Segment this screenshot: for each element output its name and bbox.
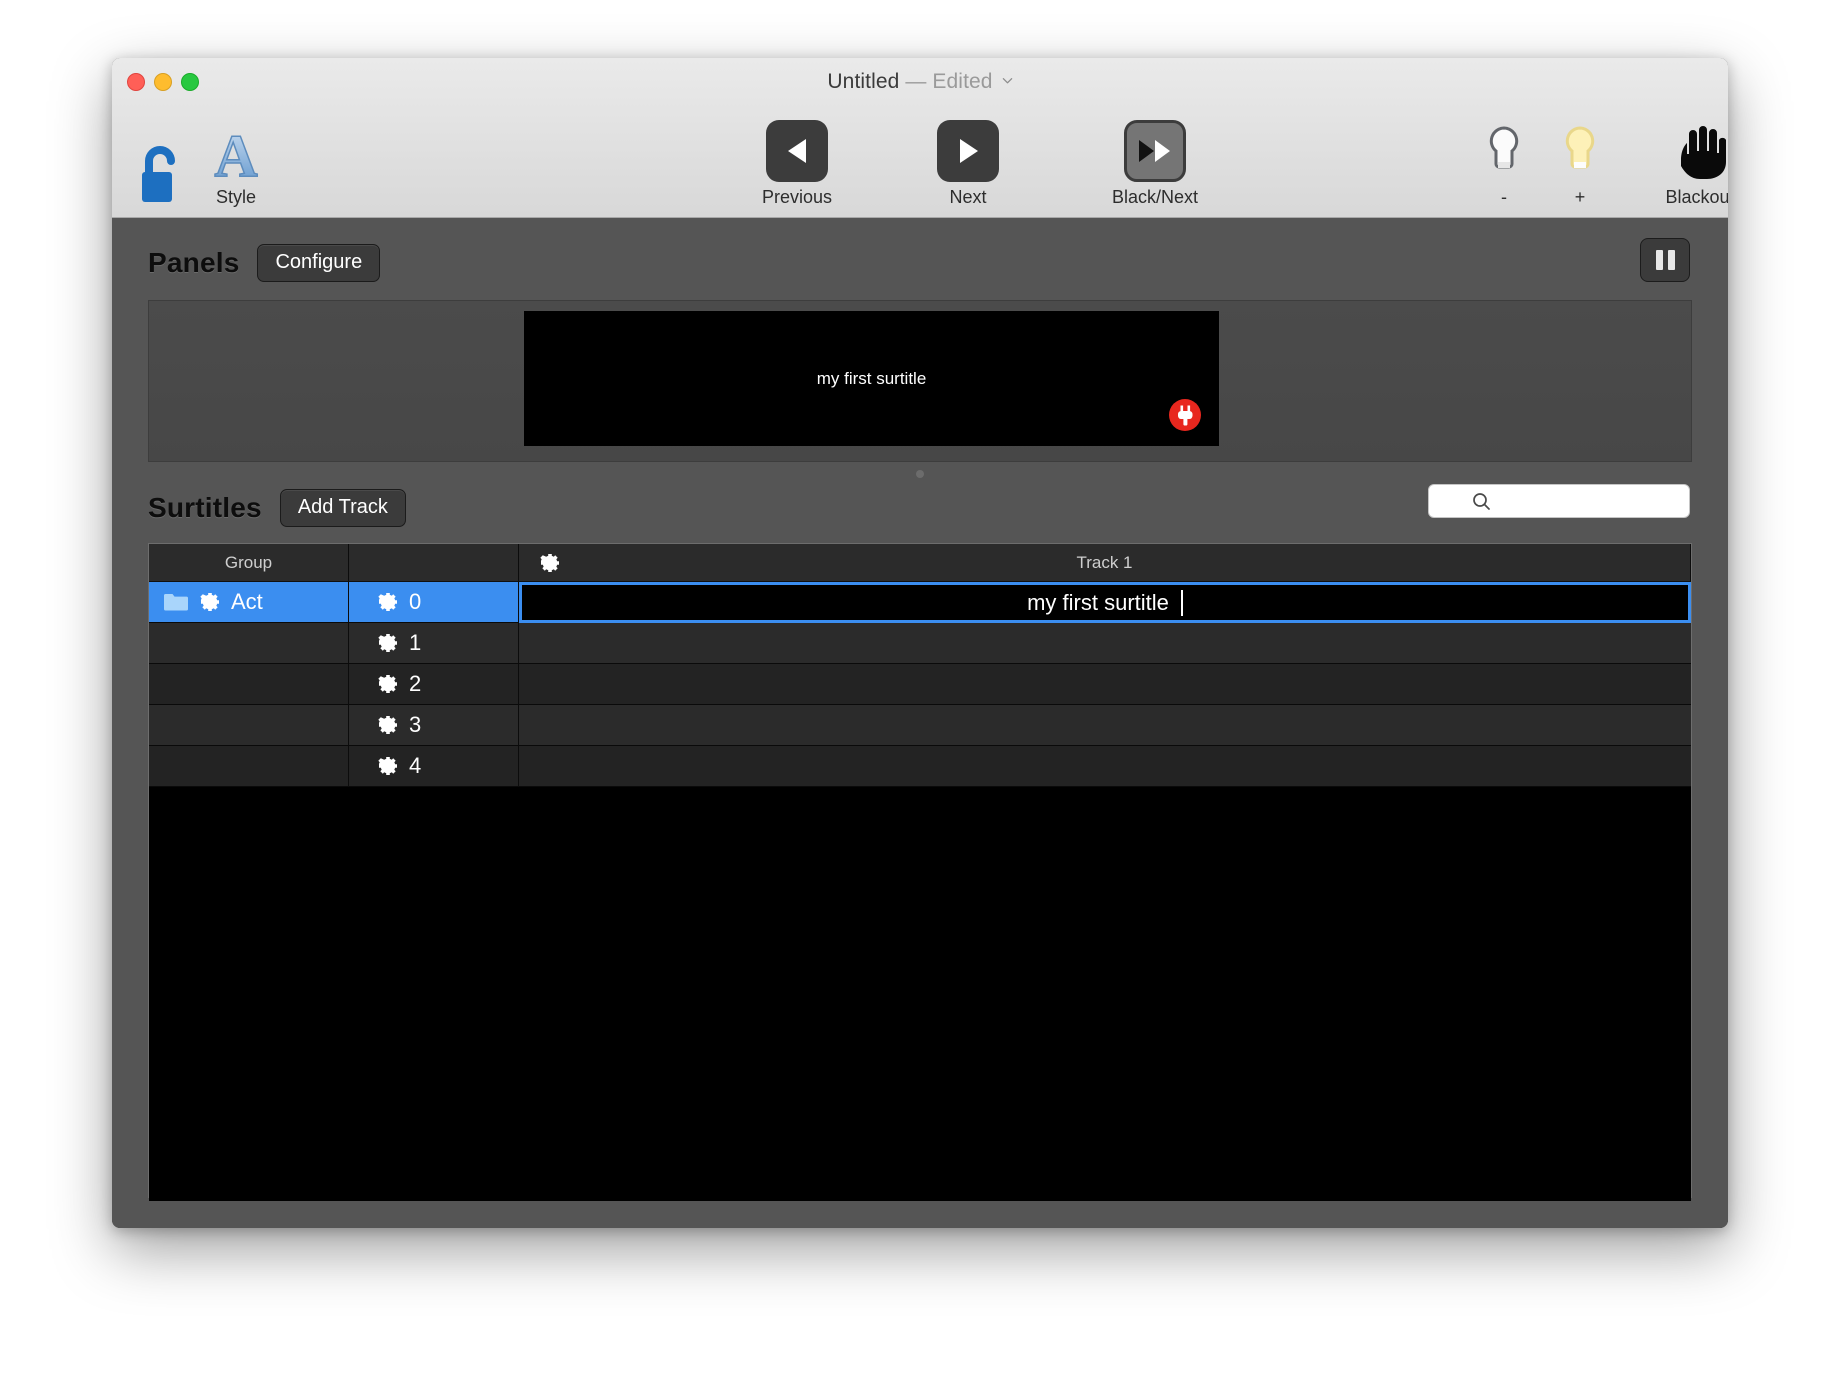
pause-button[interactable] — [1640, 238, 1690, 282]
unlock-icon — [132, 144, 188, 206]
row-index-label: 0 — [409, 589, 421, 615]
black-next-label: Black/Next — [1112, 188, 1198, 206]
row-index-cell[interactable]: 2 — [349, 664, 519, 705]
next-label: Next — [949, 188, 986, 206]
search-input[interactable] — [1491, 493, 1647, 510]
row-index-label: 4 — [409, 753, 421, 779]
folder-icon — [163, 592, 189, 612]
letter-a-icon: A — [208, 122, 264, 182]
row-index-cell[interactable]: 0 — [349, 582, 519, 623]
panels-section-header: Panels Configure — [112, 238, 1728, 288]
previous-button[interactable]: Previous — [762, 114, 832, 206]
bright-bulb-icon — [1560, 122, 1600, 182]
row-index-label: 3 — [409, 712, 421, 738]
previous-label: Previous — [762, 188, 832, 206]
row-group-cell[interactable] — [149, 705, 349, 746]
style-label: Style — [216, 188, 256, 206]
pause-icon — [1656, 250, 1663, 270]
gear-icon[interactable] — [377, 673, 399, 695]
text-caret — [1181, 590, 1183, 616]
row-index-cell[interactable]: 4 — [349, 746, 519, 787]
table-row[interactable]: Act 0 my first surtitle — [149, 582, 1691, 623]
row-group-cell[interactable] — [149, 746, 349, 787]
style-button[interactable]: A Style — [208, 114, 264, 206]
row-group-cell[interactable] — [149, 623, 349, 664]
dim-bulb-icon — [1484, 122, 1524, 182]
table-empty-area[interactable] — [149, 787, 1691, 1201]
panel-preview-text: my first surtitle — [817, 369, 927, 389]
column-header-index[interactable] — [349, 544, 519, 581]
brightness-up-button[interactable]: + — [1560, 114, 1600, 206]
main-content: Panels Configure my first surtitle — [112, 218, 1728, 1228]
row-index-label: 1 — [409, 630, 421, 656]
column-header-track-label: Track 1 — [1076, 553, 1132, 573]
row-index-cell[interactable]: 1 — [349, 623, 519, 664]
surtitles-table: Group Track 1 — [148, 543, 1692, 1198]
edit-state-label: Edited — [932, 70, 992, 93]
svg-text:A: A — [214, 123, 257, 182]
black-next-button[interactable]: Black/Next — [1112, 114, 1198, 206]
gear-icon[interactable] — [199, 591, 221, 613]
gear-icon[interactable] — [539, 552, 561, 574]
row-track-cell[interactable] — [519, 664, 1691, 705]
column-header-track[interactable]: Track 1 — [519, 544, 1691, 581]
gear-icon[interactable] — [377, 591, 399, 613]
search-icon — [1472, 492, 1491, 511]
play-back-icon — [766, 120, 828, 182]
document-title: Untitled — [827, 70, 899, 93]
brightness-up-label: + — [1575, 188, 1586, 206]
row-track-cell[interactable] — [519, 746, 1691, 787]
gear-icon[interactable] — [377, 755, 399, 777]
table-row[interactable]: 4 — [149, 746, 1691, 787]
play-forward-icon — [937, 120, 999, 182]
row-track-text: my first surtitle — [1027, 590, 1169, 616]
surtitles-heading: Surtitles — [148, 492, 262, 524]
row-group-cell[interactable] — [149, 664, 349, 705]
add-track-button[interactable]: Add Track — [280, 489, 406, 527]
resize-handle-dot[interactable] — [916, 470, 924, 478]
search-field[interactable] — [1428, 484, 1690, 518]
blackout-label: Blackout — [1665, 188, 1728, 206]
gear-icon[interactable] — [377, 632, 399, 654]
title-separator: — — [905, 70, 926, 93]
blackout-button[interactable]: Blackout — [1620, 114, 1728, 206]
row-group-label: Act — [231, 589, 263, 615]
titlebar: Untitled — Edited — [112, 58, 1728, 218]
column-header-group-label: Group — [225, 553, 272, 573]
pause-icon-bar2 — [1668, 250, 1675, 270]
next-button[interactable]: Next — [937, 114, 999, 206]
column-header-group[interactable]: Group — [149, 544, 349, 581]
window-title: Untitled — Edited — [112, 68, 1728, 94]
gear-icon[interactable] — [377, 714, 399, 736]
row-index-label: 2 — [409, 671, 421, 697]
app-window: Untitled — Edited — [112, 58, 1728, 1228]
row-track-cell[interactable]: my first surtitle — [519, 582, 1691, 623]
brightness-down-button[interactable]: - — [1484, 114, 1524, 206]
hand-icon — [1669, 120, 1728, 182]
table-row[interactable]: 3 — [149, 705, 1691, 746]
chevron-down-icon[interactable] — [1002, 68, 1013, 79]
panels-well: my first surtitle — [148, 300, 1692, 462]
panels-heading: Panels — [148, 247, 239, 279]
table-header-row: Group Track 1 — [149, 544, 1691, 582]
row-group-cell[interactable]: Act — [149, 582, 349, 623]
lock-toggle[interactable] — [132, 114, 188, 206]
row-index-cell[interactable]: 3 — [349, 705, 519, 746]
row-track-cell[interactable] — [519, 623, 1691, 664]
black-next-icon — [1124, 120, 1186, 182]
brightness-down-label: - — [1501, 188, 1507, 206]
row-track-cell[interactable] — [519, 705, 1691, 746]
panel-preview[interactable]: my first surtitle — [524, 311, 1219, 446]
table-row[interactable]: 2 — [149, 664, 1691, 705]
table-row[interactable]: 1 — [149, 623, 1691, 664]
power-plug-icon[interactable] — [1169, 399, 1201, 431]
configure-button[interactable]: Configure — [257, 244, 380, 282]
